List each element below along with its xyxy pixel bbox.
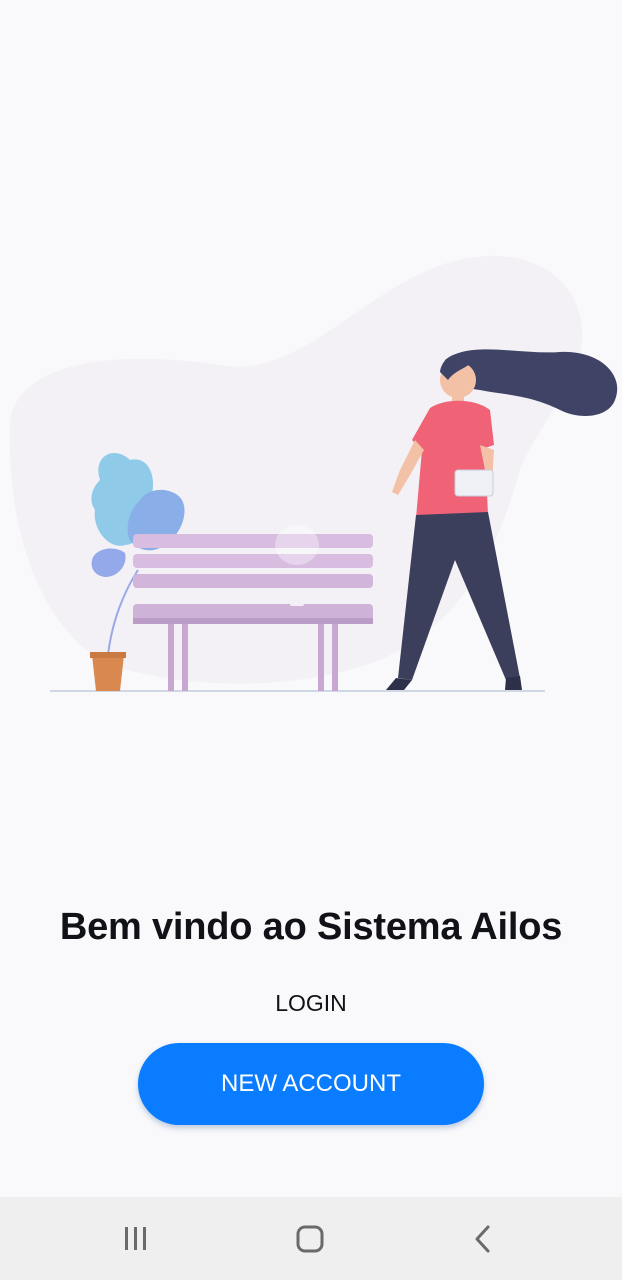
hero-illustration [9,255,618,692]
back-icon [475,1225,490,1252]
welcome-title: Bem vindo ao Sistema Ailos [59,906,563,948]
back-button[interactable] [424,1197,544,1280]
recent-apps-icon [125,1226,146,1250]
home-button[interactable] [250,1197,370,1280]
new-account-button[interactable]: NEW ACCOUNT [138,1043,484,1125]
recent-apps-button[interactable] [76,1197,196,1280]
home-icon [296,1225,324,1252]
login-button[interactable]: LOGIN [211,982,411,1024]
system-navigation-bar [0,1197,622,1280]
